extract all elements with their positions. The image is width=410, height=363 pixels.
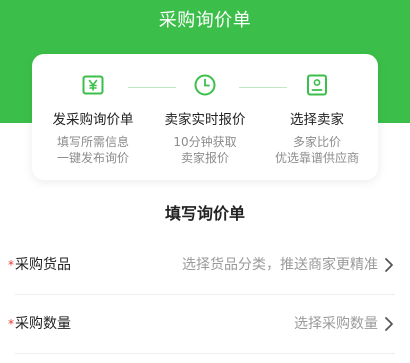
process-steps-card: 发采购询价单 填写所需信息 一键发布询价 卖家实时报价 10分钟获取 卖家报价 … [32,54,378,180]
purchase-quantity-selector[interactable]: 选择采购数量 [294,295,378,353]
step-name: 发采购询价单 [52,112,134,128]
required-mark: * [8,258,14,272]
step-connector-line [239,87,287,88]
step-name: 选择卖家 [290,112,344,128]
step-description: 填写所需信息 一键发布询价 [56,135,129,165]
form-title: 填写询价单 [164,204,245,223]
step-name: 卖家实时报价 [164,112,246,128]
chevron-right-icon [385,317,393,331]
purchase-goods-selector[interactable]: 选择货品分类，推送商家更精准 [182,236,378,294]
page-title: 采购询价单 [158,10,252,31]
step-connector-line [128,87,176,88]
contact-card-icon [307,74,327,96]
step-description: 多家比价 优选靠谱供应商 [274,135,359,165]
step-description: 10分钟获取 卖家报价 [173,135,237,165]
chevron-right-icon [385,258,393,272]
yen-icon [82,75,104,95]
row-divider [15,353,395,354]
purchase-goods-label: *采购货品 [8,257,71,273]
purchase-goods-row[interactable]: *采购货品 选择货品分类，推送商家更精准 [0,236,410,294]
required-mark: * [8,317,14,331]
purchase-quantity-row[interactable]: *采购数量 选择采购数量 [0,295,410,353]
purchase-quantity-label: *采购数量 [8,316,71,332]
clock-icon [194,74,216,96]
